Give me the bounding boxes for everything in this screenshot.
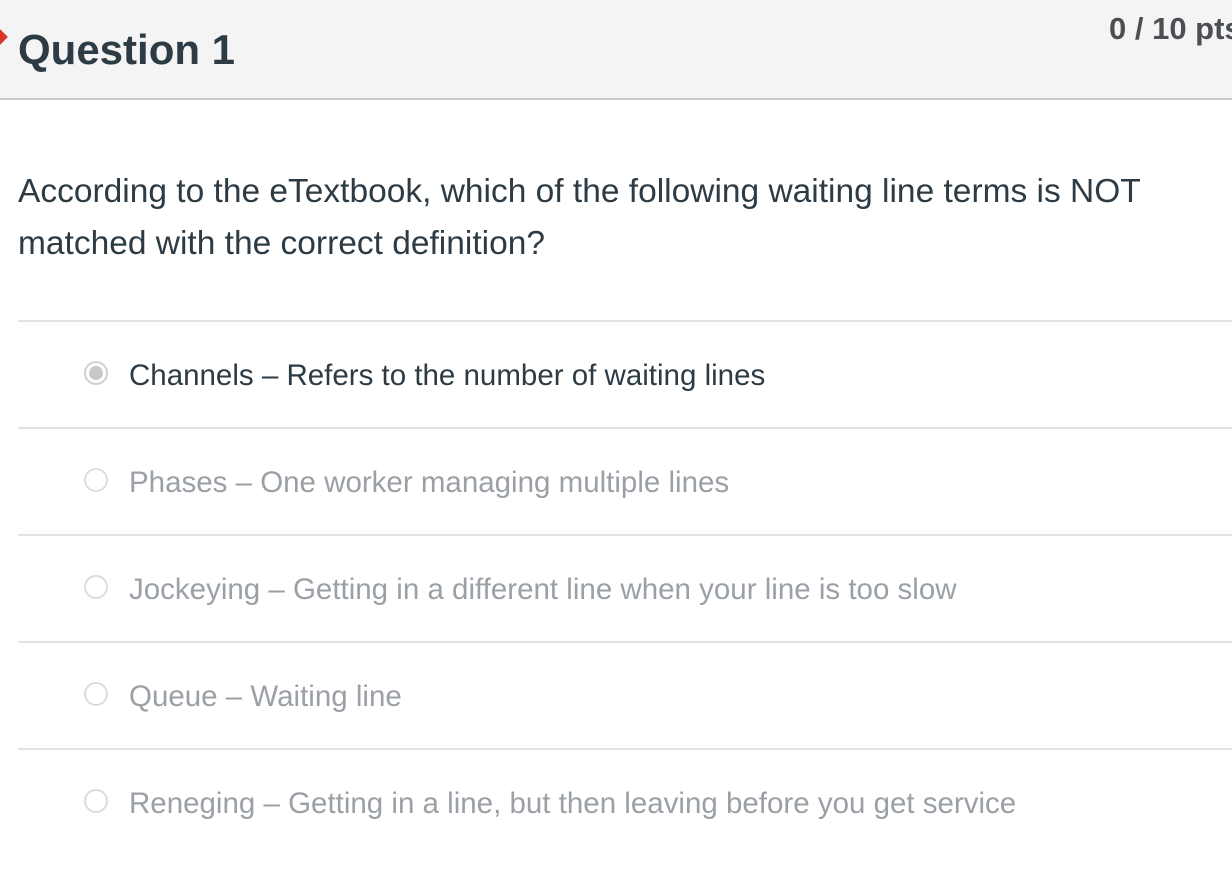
- answer-label: Queue – Waiting line: [129, 680, 402, 713]
- radio-unselected-icon[interactable]: [84, 682, 108, 706]
- answer-label: Channels – Refers to the number of waiti…: [129, 359, 766, 392]
- incorrect-flag-icon: [0, 27, 8, 47]
- answer-list: Channels – Refers to the number of waiti…: [18, 320, 1232, 855]
- answer-option-phases[interactable]: Phases – One worker managing multiple li…: [18, 427, 1232, 534]
- answer-label: Jockeying – Getting in a different line …: [129, 573, 957, 606]
- question-points: 0 / 10 pts: [1109, 11, 1232, 46]
- answer-option-reneging[interactable]: Reneging – Getting in a line, but then l…: [18, 748, 1232, 855]
- radio-unselected-icon[interactable]: [84, 789, 108, 813]
- question-text: According to the eTextbook, which of the…: [18, 173, 1141, 262]
- answer-option-queue[interactable]: Queue – Waiting line: [18, 641, 1232, 748]
- question-header: Question 1 0 / 10 pts: [0, 0, 1232, 100]
- radio-dot-icon: [89, 366, 103, 380]
- question-title: Question 1: [18, 26, 236, 73]
- answer-option-jockeying[interactable]: Jockeying – Getting in a different line …: [18, 534, 1232, 641]
- radio-unselected-icon[interactable]: [84, 575, 108, 599]
- radio-selected-icon[interactable]: [84, 361, 108, 385]
- quiz-question-page: Question 1 0 / 10 pts According to the e…: [0, 0, 1232, 878]
- answer-label: Reneging – Getting in a line, but then l…: [129, 787, 1017, 820]
- answer-option-channels[interactable]: Channels – Refers to the number of waiti…: [18, 320, 1232, 427]
- radio-unselected-icon[interactable]: [84, 468, 108, 492]
- answer-label: Phases – One worker managing multiple li…: [129, 466, 730, 499]
